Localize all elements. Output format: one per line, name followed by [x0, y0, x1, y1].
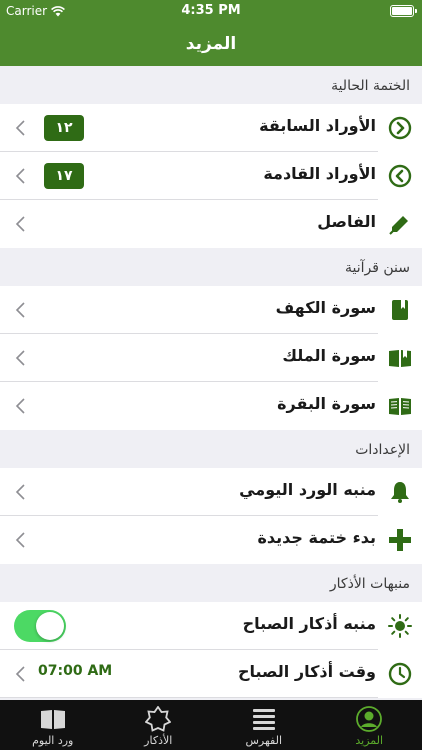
row-label: سورة البقرة: [277, 394, 376, 413]
book-icon: [40, 710, 65, 729]
row-label: الفاصل: [317, 212, 376, 231]
circle-arrow-right-icon: [388, 116, 412, 140]
open-book-icon: [389, 398, 411, 415]
section-header-settings: الإعدادات: [355, 442, 410, 458]
count-badge: ١٧: [44, 163, 84, 189]
row-label: الأوراد القادمة: [263, 164, 376, 183]
chevron-left-icon: [15, 216, 25, 232]
row-label: الأوراد السابقة: [259, 116, 376, 135]
battery-icon: [390, 5, 417, 17]
row-previous-awrad[interactable]: الأوراد السابقة ١٢: [0, 104, 422, 152]
tab-index[interactable]: الفهرس: [211, 700, 317, 750]
row-surah-baqarah[interactable]: سورة البقرة: [0, 382, 422, 430]
bell-icon: [391, 482, 409, 503]
status-time: 4:35 PM: [181, 3, 241, 18]
status-bar: Carrier 4:35 PM: [0, 0, 422, 22]
chevron-left-icon: [15, 120, 25, 136]
row-morning-adhkar-time[interactable]: وقت أذكار الصباح 07:00 AM: [0, 650, 422, 698]
count-badge: ١٢: [44, 115, 84, 141]
list-icon: [252, 709, 275, 730]
sun-icon: [388, 614, 412, 638]
chevron-left-icon: [15, 168, 25, 184]
section-header-adhkar-alarms: منبهات الأذكار: [329, 576, 410, 592]
tab-bar: ورد اليوم الأذكار الفهرس المزيد: [0, 700, 422, 750]
page-title: المزيد: [185, 34, 237, 54]
row-label: سورة الكهف: [275, 298, 376, 317]
morning-adhkar-toggle[interactable]: [14, 610, 66, 642]
closed-book-icon: [392, 300, 408, 320]
section-header-quran-sunan: سنن قرآنية: [345, 260, 410, 276]
navigation-bar: المزيد: [0, 22, 422, 66]
row-start-new-khatma[interactable]: بدء ختمة جديدة: [0, 516, 422, 564]
row-label: بدء ختمة جديدة: [257, 528, 376, 547]
tab-label: المزيد: [355, 734, 384, 747]
alarm-time-value: 07:00 AM: [38, 663, 113, 679]
tab-adhkar[interactable]: الأذكار: [106, 700, 212, 750]
row-surah-mulk[interactable]: سورة الملك: [0, 334, 422, 382]
row-bookmark[interactable]: الفاصل: [0, 200, 422, 248]
row-label: منبه الورد اليومي: [239, 480, 376, 499]
tab-label: الأذكار: [144, 734, 173, 747]
user-icon: [356, 706, 383, 732]
star-icon: [145, 706, 172, 732]
open-book-bookmark-icon: [389, 350, 411, 367]
row-label: وقت أذكار الصباح: [237, 662, 376, 681]
settings-list[interactable]: الختمة الحالية الأوراد السابقة ١٢ الأورا…: [0, 66, 422, 700]
chevron-left-icon: [15, 302, 25, 318]
chevron-left-icon: [15, 666, 25, 682]
row-morning-adhkar-alarm: منبه أذكار الصباح: [0, 602, 422, 650]
row-label: منبه أذكار الصباح: [242, 614, 376, 633]
section-header-current-khatma: الختمة الحالية: [331, 78, 410, 94]
bookmark-tag-icon: [389, 216, 408, 235]
circle-arrow-left-icon: [388, 164, 412, 188]
chevron-left-icon: [15, 350, 25, 366]
plus-icon: [389, 529, 411, 551]
row-daily-wird-alarm[interactable]: منبه الورد اليومي: [0, 468, 422, 516]
row-surah-kahf[interactable]: سورة الكهف: [0, 286, 422, 334]
row-label: سورة الملك: [282, 346, 376, 365]
tab-more[interactable]: المزيد: [317, 700, 422, 750]
chevron-left-icon: [15, 532, 25, 548]
row-next-awrad[interactable]: الأوراد القادمة ١٧: [0, 152, 422, 200]
tab-label: ورد اليوم: [32, 734, 74, 747]
clock-icon: [388, 662, 412, 686]
chevron-left-icon: [15, 398, 25, 414]
tab-daily-wird[interactable]: ورد اليوم: [0, 700, 106, 750]
tab-label: الفهرس: [245, 734, 283, 747]
chevron-left-icon: [15, 484, 25, 500]
